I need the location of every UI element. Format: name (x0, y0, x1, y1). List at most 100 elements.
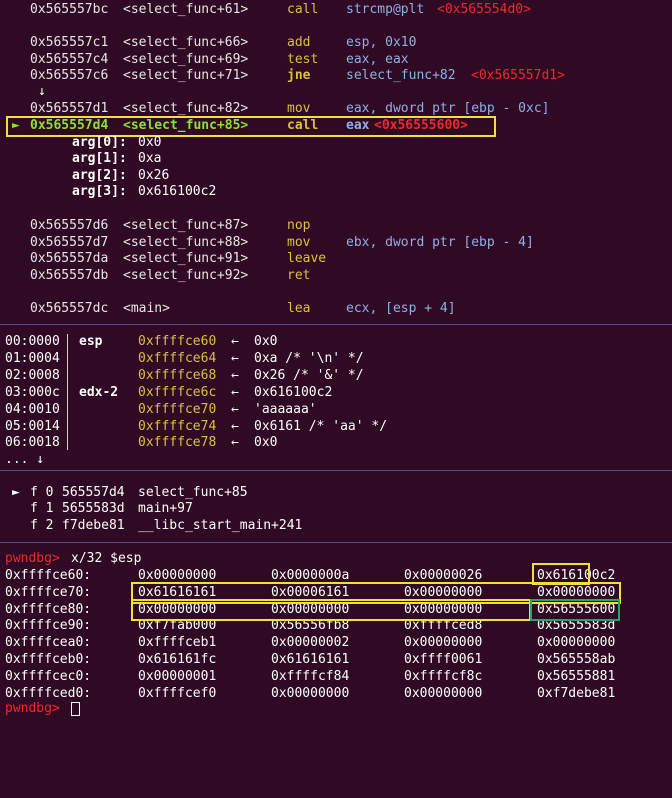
backtrace-frame: f 0 (30, 485, 54, 500)
command-text: x/32 $esp (71, 551, 142, 566)
stack-value: 0x616100c2 (254, 385, 333, 400)
memory-word: 0xffffcf8c (404, 669, 483, 684)
backtrace-address: 5655583d (62, 501, 125, 516)
section-divider (0, 470, 672, 471)
input-line[interactable]: pwndbg> (0, 701, 80, 717)
disasm-address: 0x565557d1 (30, 101, 109, 116)
disasm-opcode: test (287, 52, 319, 67)
backtrace-row: f 1 5655583d main+97 (0, 501, 193, 517)
arg-line: arg[1]: 0xa (0, 151, 161, 167)
disasm-opcode: mov (287, 235, 311, 250)
disasm-line: 0x565557bc <select_func+61> call strcmp@… (0, 2, 531, 18)
memory-address: 0xffffced0: (5, 686, 92, 701)
stack-row: 03:000c edx-2 0xffffce6c ← 0x616100c2 (0, 385, 332, 401)
disasm-symbol: <select_func+71> (123, 68, 249, 83)
stack-address: 0xffffce6c (138, 385, 217, 400)
arg-value: 0x616100c2 (138, 184, 217, 199)
backtrace-address: 565557d4 (62, 485, 125, 500)
stack-row: 01:0004 0xffffce64 ← 0xa /* '\n' */ (0, 351, 364, 367)
disasm-address: 0x565557c1 (30, 35, 109, 50)
stack-index: 00:0000 (5, 334, 60, 349)
disasm-line: 0x565557c1 <select_func+66> add esp, 0x1… (0, 35, 416, 51)
section-divider (0, 324, 672, 325)
memory-word: 0x565558ab (537, 652, 616, 667)
disasm-symbol: <select_func+91> (123, 251, 249, 266)
disasm-target: <0x565554d0> (437, 2, 531, 17)
stack-register: esp (79, 334, 103, 349)
arg-value: 0x26 (138, 168, 170, 183)
disasm-opcode: ret (287, 268, 311, 283)
stack-divider (67, 334, 68, 450)
stack-row: 06:0018 0xffffce78 ← 0x0 (0, 435, 277, 451)
disasm-line: 0x565557d7 <select_func+88> mov ebx, dwo… (0, 235, 534, 251)
stack-row: 05:0014 0xffffce74 ← 0x6161 /* 'aa' */ (0, 419, 387, 435)
memory-row: 0xffffce90: 0xf7fab000 0x56556fb8 0xffff… (0, 618, 615, 634)
terminal-window[interactable]: 0x565557bc <select_func+61> call strcmp@… (0, 0, 672, 720)
highlight-current-instruction (6, 116, 496, 137)
disasm-operand: eax, dword ptr [ebp - 0xc] (346, 101, 550, 116)
backtrace-symbol: __libc_start_main+241 (138, 518, 303, 533)
arg-name: arg[3]: (72, 184, 127, 199)
disasm-symbol: <select_func+88> (123, 235, 249, 250)
disasm-symbol: <select_func+61> (123, 2, 249, 17)
stack-row: 00:0000 esp 0xffffce60 ← 0x0 (0, 334, 277, 350)
memory-word: 0x61616161 (271, 652, 350, 667)
memory-word: 0xf7debe81 (537, 686, 616, 701)
stack-row: 04:0010 0xffffce70 ← 'aaaaaa' (0, 402, 317, 418)
stack-index: 02:0008 (5, 368, 60, 383)
stack-arrow-icon: ← (231, 334, 239, 349)
disasm-line: 0x565557c6 <select_func+71> jne select_f… (0, 68, 565, 84)
jump-arrow-line: ↓ (0, 84, 46, 100)
memory-word: 0xffffceb1 (138, 635, 217, 650)
prompt-label: pwndbg> (5, 701, 60, 716)
disasm-opcode: leave (287, 251, 327, 266)
stack-address: 0xffffce68 (138, 368, 217, 383)
memory-address: 0xffffce70: (5, 585, 92, 600)
cursor[interactable] (71, 701, 80, 717)
disasm-symbol: <select_func+69> (123, 52, 249, 67)
arg-name: arg[0]: (72, 135, 127, 150)
highlight-buffer-zeros (131, 599, 531, 621)
stack-value: 0x0 (254, 435, 278, 450)
disasm-opcode: call (287, 2, 319, 17)
stack-index: 06:0018 (5, 435, 60, 450)
stack-address: 0xffffce78 (138, 435, 217, 450)
disasm-target: <0x565557d1> (471, 68, 565, 83)
memory-row: 0xffffce60: 0x00000000 0x0000000a 0x0000… (0, 568, 615, 584)
memory-address: 0xffffcea0: (5, 635, 92, 650)
stack-index: 05:0014 (5, 419, 60, 434)
arg-name: arg[1]: (72, 151, 127, 166)
disasm-line: 0x565557dc <main> lea ecx, [esp + 4] (0, 301, 456, 317)
memory-row: 0xffffcec0: 0x00000001 0xffffcf84 0xffff… (0, 669, 615, 685)
memory-address: 0xffffcec0: (5, 669, 92, 684)
memory-address: 0xffffceb0: (5, 652, 92, 667)
disasm-line: 0x565557c4 <select_func+69> test eax, ea… (0, 52, 409, 68)
stack-value: 0xa /* '\n' */ (254, 351, 364, 366)
memory-address: 0xffffce80: (5, 602, 92, 617)
backtrace-frame: f 1 (30, 501, 54, 516)
stack-address: 0xffffce70 (138, 402, 217, 417)
disasm-address: 0x565557d7 (30, 235, 109, 250)
backtrace-marker-icon: ► (12, 485, 20, 500)
arg-line: arg[2]: 0x26 (0, 168, 169, 184)
disasm-symbol: <main> (123, 301, 170, 316)
stack-address: 0xffffce64 (138, 351, 217, 366)
stack-register: edx-2 (79, 385, 119, 400)
disasm-symbol: <select_func+92> (123, 268, 249, 283)
stack-arrow-icon: ← (231, 351, 239, 366)
memory-row: 0xffffced0: 0xffffcef0 0x00000000 0x0000… (0, 686, 615, 702)
disasm-line: 0x565557db <select_func+92> ret (0, 268, 310, 284)
memory-word: 0x00000001 (138, 669, 217, 684)
memory-word: 0xffff0061 (404, 652, 483, 667)
memory-address: 0xffffce90: (5, 618, 92, 633)
memory-row: 0xffffcea0: 0xffffceb1 0x00000002 0x0000… (0, 635, 615, 651)
memory-row: 0xffffceb0: 0x616161fc 0x61616161 0xffff… (0, 652, 615, 668)
disasm-address: 0x565557dc (30, 301, 109, 316)
stack-arrow-icon: ← (231, 385, 239, 400)
stack-arrow-icon: ← (231, 402, 239, 417)
disasm-address: 0x565557da (30, 251, 109, 266)
arg-name: arg[2]: (72, 168, 127, 183)
backtrace-row: f 2 f7debe81 __libc_start_main+241 (0, 518, 302, 534)
memory-row: 0xffffce80: 0x00000000 0x00000000 0x0000… (0, 602, 615, 618)
disasm-operand: eax, eax (346, 52, 409, 67)
